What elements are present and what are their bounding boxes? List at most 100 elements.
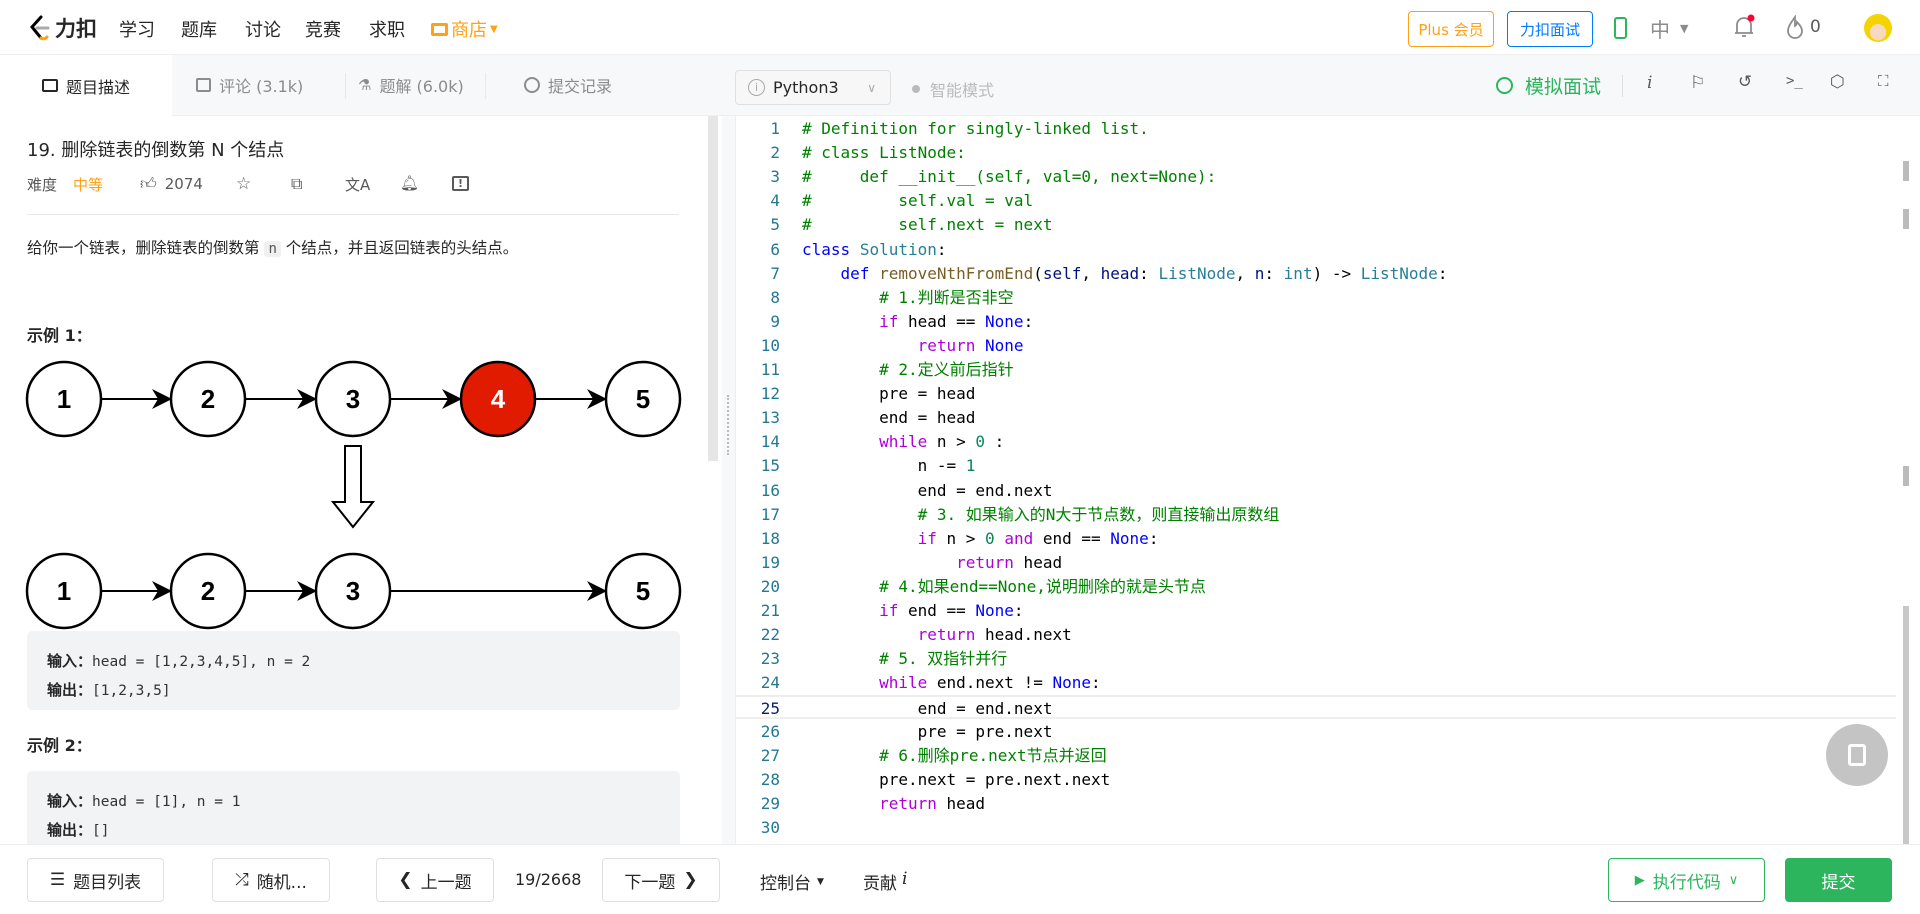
fire-icon [1787, 15, 1803, 39]
nav-contest[interactable]: 竞赛 [305, 16, 341, 42]
code-line[interactable]: 15 n -= 1 [736, 454, 1896, 478]
scrollbar[interactable] [708, 116, 718, 461]
code-line[interactable]: 6 class Solution: [736, 238, 1896, 262]
line-number: 10 [760, 335, 780, 355]
language-select[interactable]: i Python3 ∨ [735, 70, 891, 105]
reset-icon[interactable]: ↺ [1738, 72, 1752, 92]
code-token: removeNthFromEnd [879, 263, 1034, 283]
code-line[interactable]: 24 while end.next != None: [736, 671, 1896, 695]
panel-resize-handle[interactable] [727, 395, 730, 455]
translate-icon[interactable]: 文A [345, 174, 370, 195]
code-line[interactable]: 2 # class ListNode: [736, 141, 1896, 165]
feedback-icon[interactable]: ! [452, 176, 469, 191]
code-line[interactable]: 10 return None [736, 334, 1896, 358]
example-1-box: 输入：head = [1,2,3,4,5], n = 2 输出：[1,2,3,5… [27, 631, 680, 710]
code-line[interactable]: 8 # 1.判断是否非空 [736, 286, 1896, 310]
code-line[interactable]: 13 end = head [736, 406, 1896, 430]
console-toggle[interactable]: 控制台 ▼ [760, 869, 824, 894]
code-line[interactable]: 9 if head == None: [736, 310, 1896, 334]
nav-learn[interactable]: 学习 [119, 16, 155, 42]
code-line[interactable]: 29 return head [736, 792, 1896, 816]
problem-list-button[interactable]: ☰ 题目列表 [27, 858, 164, 902]
random-button[interactable]: ⤮ 随机... [212, 858, 330, 902]
fullscreen-icon[interactable]: ⛶ [1878, 72, 1889, 90]
line-number: 20 [760, 576, 780, 596]
code-line[interactable]: 17 # 3. 如果输入的N大于节点数，则直接输出原数组 [736, 503, 1896, 527]
notification-bell-icon[interactable] [1732, 14, 1756, 44]
code-line[interactable]: 19 return head [736, 551, 1896, 575]
logo-icon [30, 15, 50, 41]
code-token: head [1100, 263, 1140, 283]
nav-discuss[interactable]: 讨论 [245, 16, 281, 42]
mock-interview-button[interactable]: 模拟面试 [1496, 72, 1601, 99]
notification-icon[interactable]: 🔔︎ [400, 174, 419, 192]
code-line[interactable]: 23 # 5. 双指针并行 [736, 647, 1896, 671]
star-icon[interactable]: ☆ [236, 174, 251, 194]
submit-button[interactable]: 提交 [1785, 858, 1892, 902]
info-icon[interactable]: i [1647, 73, 1652, 93]
notes-float-button[interactable] [1826, 724, 1888, 786]
contribute-button[interactable]: 贡献 i [863, 869, 907, 894]
code-token: return [879, 793, 937, 813]
code-line[interactable]: 25 end = end.next [736, 695, 1896, 720]
line-number: 25 [760, 699, 780, 719]
language-switcher[interactable]: 中 ▼ [1650, 14, 1688, 43]
code-line[interactable]: 20 # 4.如果end==None,说明删除的就是头节点 [736, 575, 1896, 599]
toolbar-divider [1622, 75, 1623, 97]
code-line[interactable]: 22 return head.next [736, 623, 1896, 647]
store-icon [431, 22, 448, 36]
tab-comments[interactable]: 评论 (3.1k) [196, 55, 303, 115]
tab-solutions[interactable]: ⚗ 题解 (6.0k) [358, 55, 464, 115]
scrollbar-thumb[interactable] [1903, 606, 1909, 856]
button-label: 题目列表 [73, 872, 142, 893]
code-token: if [917, 528, 937, 548]
code-line[interactable]: 1 # Definition for singly-linked list. [736, 117, 1896, 141]
code-line[interactable]: 3 # def __init__(self, val=0, next=None): [736, 165, 1896, 189]
code-line[interactable]: 14 while n > 0 : [736, 430, 1896, 454]
code-line[interactable]: 18 if n > 0 and end == None: [736, 527, 1896, 551]
code-line[interactable]: 4 # self.val = val [736, 189, 1896, 213]
code-line[interactable]: 7 def removeNthFromEnd(self, head: ListN… [736, 262, 1896, 286]
interview-button[interactable]: 力扣面试 [1507, 11, 1593, 47]
tab-divider [485, 73, 486, 99]
nav-store[interactable]: 商店 ▼ [431, 16, 498, 42]
avatar[interactable] [1864, 14, 1892, 42]
tab-submissions[interactable]: 提交记录 [524, 55, 612, 115]
tab-description[interactable]: 题目描述 [0, 55, 172, 116]
code-editor[interactable]: 1 # Definition for singly-linked list. 2 # … [735, 116, 1920, 856]
node-label: 3 [346, 384, 360, 414]
mobile-app-icon[interactable] [1614, 17, 1627, 39]
share-icon[interactable]: ⧉ [291, 174, 302, 194]
smart-mode-toggle[interactable]: 智能模式 [912, 77, 994, 101]
leetcode-logo[interactable]: 力扣 [27, 13, 97, 43]
prev-problem-button[interactable]: ❮ 上一题 [376, 858, 494, 902]
code-line[interactable]: 11 # 2.定义前后指针 [736, 358, 1896, 382]
code-token: end = end.next [802, 480, 1053, 500]
code-line[interactable]: 30 [736, 816, 1896, 840]
code-token: : [936, 239, 947, 259]
editor-scrollbar[interactable] [1899, 116, 1913, 856]
settings-icon[interactable]: ⬡ [1830, 72, 1845, 92]
nav-problems[interactable]: 题库 [181, 16, 217, 42]
code-token: n [1254, 263, 1265, 283]
streak-counter[interactable]: 0 [1786, 15, 1821, 39]
code-line[interactable]: 16 end = end.next [736, 479, 1896, 503]
code-line[interactable]: 27 # 6.删除pre.next节点并返回 [736, 744, 1896, 768]
code-line[interactable]: 21 if end == None: [736, 599, 1896, 623]
code-text: return head [802, 792, 985, 816]
code-token: ListNode [1158, 263, 1236, 283]
terminal-icon[interactable]: >_ [1786, 73, 1803, 89]
code-line[interactable]: 12 pre = head [736, 382, 1896, 406]
run-code-button[interactable]: ▶ 执行代码 ∨ [1608, 858, 1765, 902]
code-line[interactable]: 28 pre.next = pre.next.next [736, 768, 1896, 792]
nav-jobs[interactable]: 求职 [369, 16, 405, 42]
flag-icon[interactable]: ⚐ [1690, 73, 1705, 93]
plus-member-button[interactable]: Plus 会员 [1408, 11, 1494, 47]
code-line[interactable]: 26 pre = pre.next [736, 720, 1896, 744]
top-navbar: 力扣 学习 题库 讨论 竞赛 求职 商店 ▼ Plus 会员 力扣面试 中 ▼ 0 [0, 0, 1920, 55]
code-line[interactable]: 5 # self.next = next [736, 213, 1896, 237]
next-problem-button[interactable]: 下一题 ❯ [602, 858, 720, 902]
like-button[interactable]: 👍︎ 2074 [140, 174, 203, 194]
